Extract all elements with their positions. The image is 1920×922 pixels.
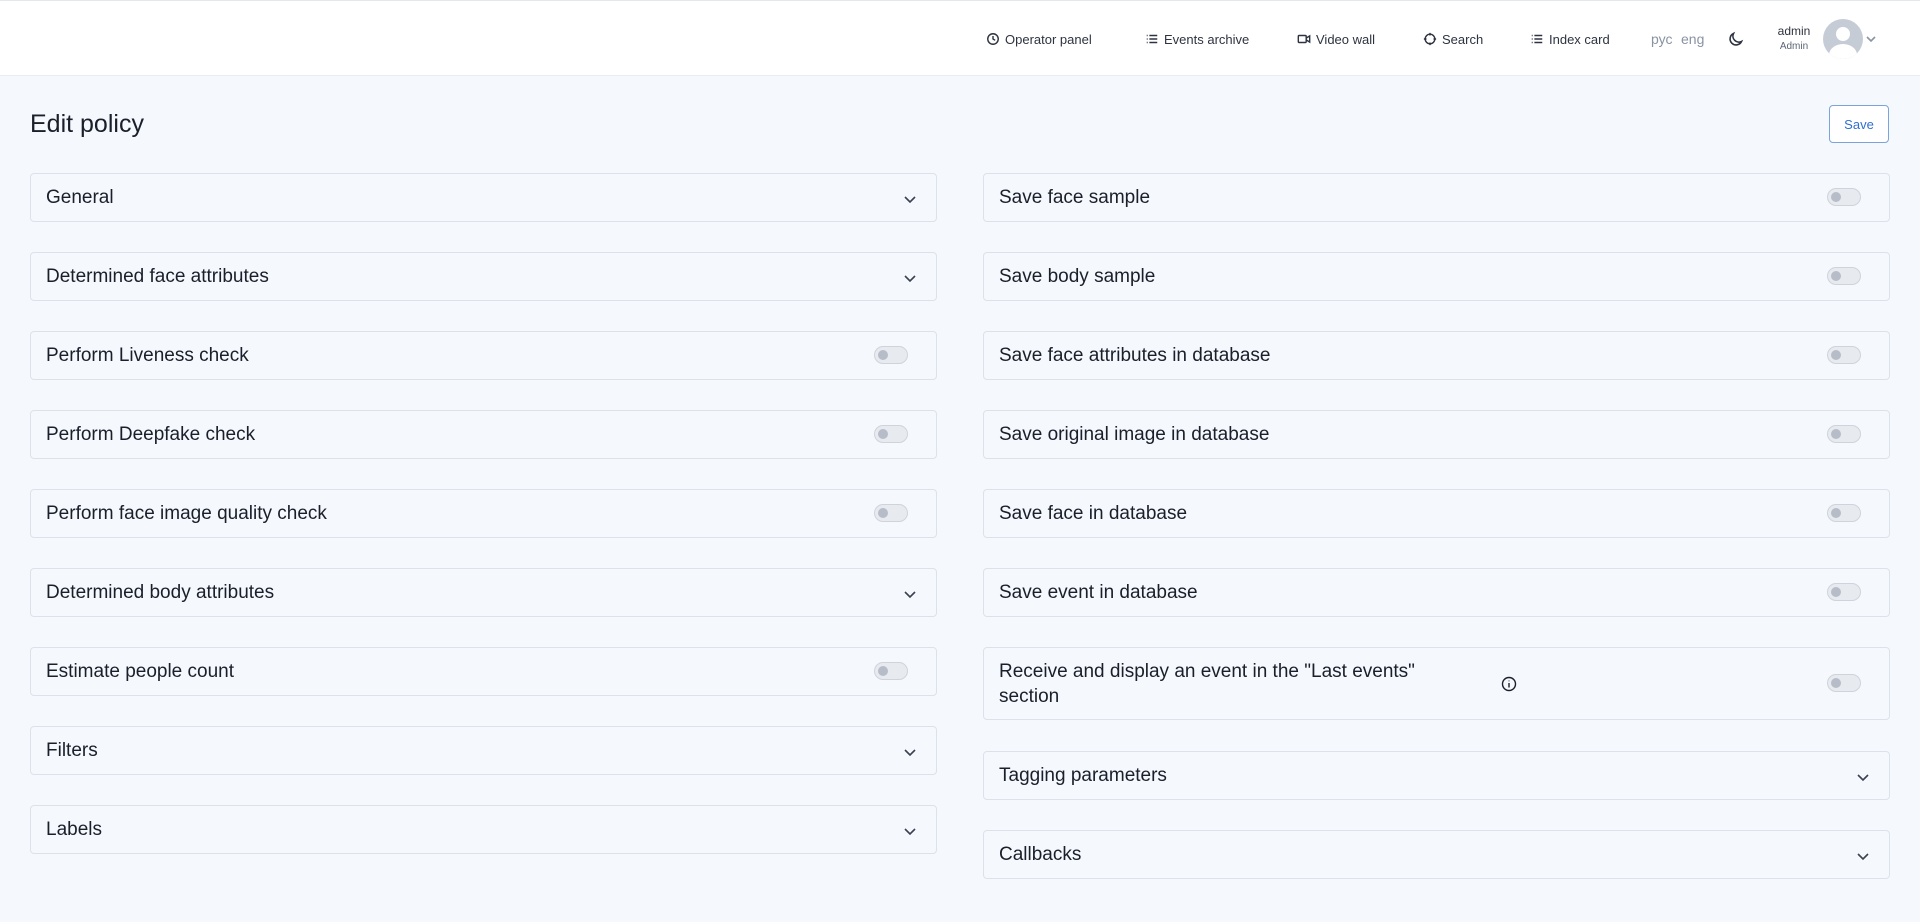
section-label: Save face in database xyxy=(999,503,1188,524)
section-label: Determined body attributes xyxy=(46,582,275,603)
section-label: Determined face attributes xyxy=(46,266,269,287)
save-body-sample-toggle[interactable] xyxy=(1827,267,1861,285)
dark-mode-moon-icon[interactable] xyxy=(1727,30,1745,48)
section-label: Save original image in database xyxy=(999,424,1270,445)
section-tagging-parameters[interactable]: Tagging parameters xyxy=(983,751,1890,800)
nav-label: Search xyxy=(1442,31,1484,47)
nav-label: Events archive xyxy=(1164,31,1250,47)
section-save-face: Save face in database xyxy=(983,489,1890,538)
chevron-down-icon[interactable] xyxy=(1865,32,1877,44)
section-general[interactable]: General xyxy=(30,173,937,222)
nav-search[interactable]: Search xyxy=(1423,1,1483,77)
chevron-down-icon[interactable] xyxy=(902,270,918,286)
face-quality-check-toggle[interactable] xyxy=(874,504,908,522)
section-label: Save face sample xyxy=(999,187,1151,208)
section-filters[interactable]: Filters xyxy=(30,726,937,775)
section-label: Save body sample xyxy=(999,266,1156,287)
section-label: Labels xyxy=(46,819,102,840)
section-save-original-image: Save original image in database xyxy=(983,410,1890,459)
liveness-check-toggle[interactable] xyxy=(874,346,908,364)
chevron-down-icon[interactable] xyxy=(902,823,918,839)
section-determined-face-attributes[interactable]: Determined face attributes xyxy=(30,252,937,301)
avatar[interactable] xyxy=(1823,19,1863,59)
section-save-face-sample: Save face sample xyxy=(983,173,1890,222)
nav-video-wall[interactable]: Video wall xyxy=(1297,1,1375,77)
save-button[interactable]: Save xyxy=(1829,105,1889,143)
list-icon xyxy=(1146,34,1158,44)
video-camera-icon xyxy=(1297,34,1311,44)
section-liveness-check: Perform Liveness check xyxy=(30,331,937,380)
estimate-people-count-toggle[interactable] xyxy=(874,662,908,680)
section-save-event: Save event in database xyxy=(983,568,1890,617)
deepfake-check-toggle[interactable] xyxy=(874,425,908,443)
chevron-down-icon[interactable] xyxy=(1855,769,1871,785)
language-ru[interactable]: рус xyxy=(1651,1,1672,77)
nav-events-archive[interactable]: Events archive xyxy=(1145,1,1249,77)
chevron-down-icon[interactable] xyxy=(1855,848,1871,864)
chevron-down-icon[interactable] xyxy=(902,191,918,207)
list-icon xyxy=(1531,34,1543,44)
section-label: Callbacks xyxy=(999,844,1082,865)
section-label: Perform Deepfake check xyxy=(46,424,256,445)
chevron-down-icon[interactable] xyxy=(902,586,918,602)
section-label: Filters xyxy=(46,740,98,761)
chevron-down-icon[interactable] xyxy=(902,744,918,760)
last-events-display-toggle[interactable] xyxy=(1827,674,1861,692)
crosshair-icon xyxy=(1423,32,1437,46)
nav-operator-panel[interactable]: Operator panel xyxy=(986,1,1092,77)
section-label: Receive and display an event in the "Las… xyxy=(999,661,1415,707)
section-face-quality-check: Perform face image quality check xyxy=(30,489,937,538)
section-callbacks[interactable]: Callbacks xyxy=(983,830,1890,879)
nav-label: Video wall xyxy=(1316,31,1376,47)
section-label: Save event in database xyxy=(999,582,1198,603)
save-original-image-toggle[interactable] xyxy=(1827,425,1861,443)
top-bar: Operator panel Events archive Video wall… xyxy=(0,0,1920,76)
section-label: Tagging parameters xyxy=(999,765,1167,786)
section-label: Estimate people count xyxy=(46,661,235,682)
section-label: Perform Liveness check xyxy=(46,345,249,366)
user-name: admin xyxy=(1777,24,1811,38)
nav-label: Index card xyxy=(1549,31,1610,47)
page-title: Edit policy xyxy=(30,110,144,138)
nav-index-card[interactable]: Index card xyxy=(1530,1,1610,77)
save-face-attributes-toggle[interactable] xyxy=(1827,346,1861,364)
clock-icon xyxy=(987,33,999,45)
section-labels[interactable]: Labels xyxy=(30,805,937,854)
section-save-body-sample: Save body sample xyxy=(983,252,1890,301)
save-face-sample-toggle[interactable] xyxy=(1827,188,1861,206)
language-en[interactable]: eng xyxy=(1681,1,1704,77)
section-label: Save face attributes in database xyxy=(999,345,1271,366)
section-deepfake-check: Perform Deepfake check xyxy=(30,410,937,459)
user-role: Admin xyxy=(1779,41,1809,52)
save-face-toggle[interactable] xyxy=(1827,504,1861,522)
section-save-face-attributes: Save face attributes in database xyxy=(983,331,1890,380)
section-label: Perform face image quality check xyxy=(46,503,327,524)
section-last-events-display: Receive and display an event in the "Las… xyxy=(983,647,1890,720)
section-estimate-people-count: Estimate people count xyxy=(30,647,937,696)
info-icon[interactable] xyxy=(1501,676,1517,692)
section-label: General xyxy=(46,187,114,208)
section-determined-body-attributes[interactable]: Determined body attributes xyxy=(30,568,937,617)
nav-label: Operator panel xyxy=(1005,31,1092,47)
save-event-toggle[interactable] xyxy=(1827,583,1861,601)
